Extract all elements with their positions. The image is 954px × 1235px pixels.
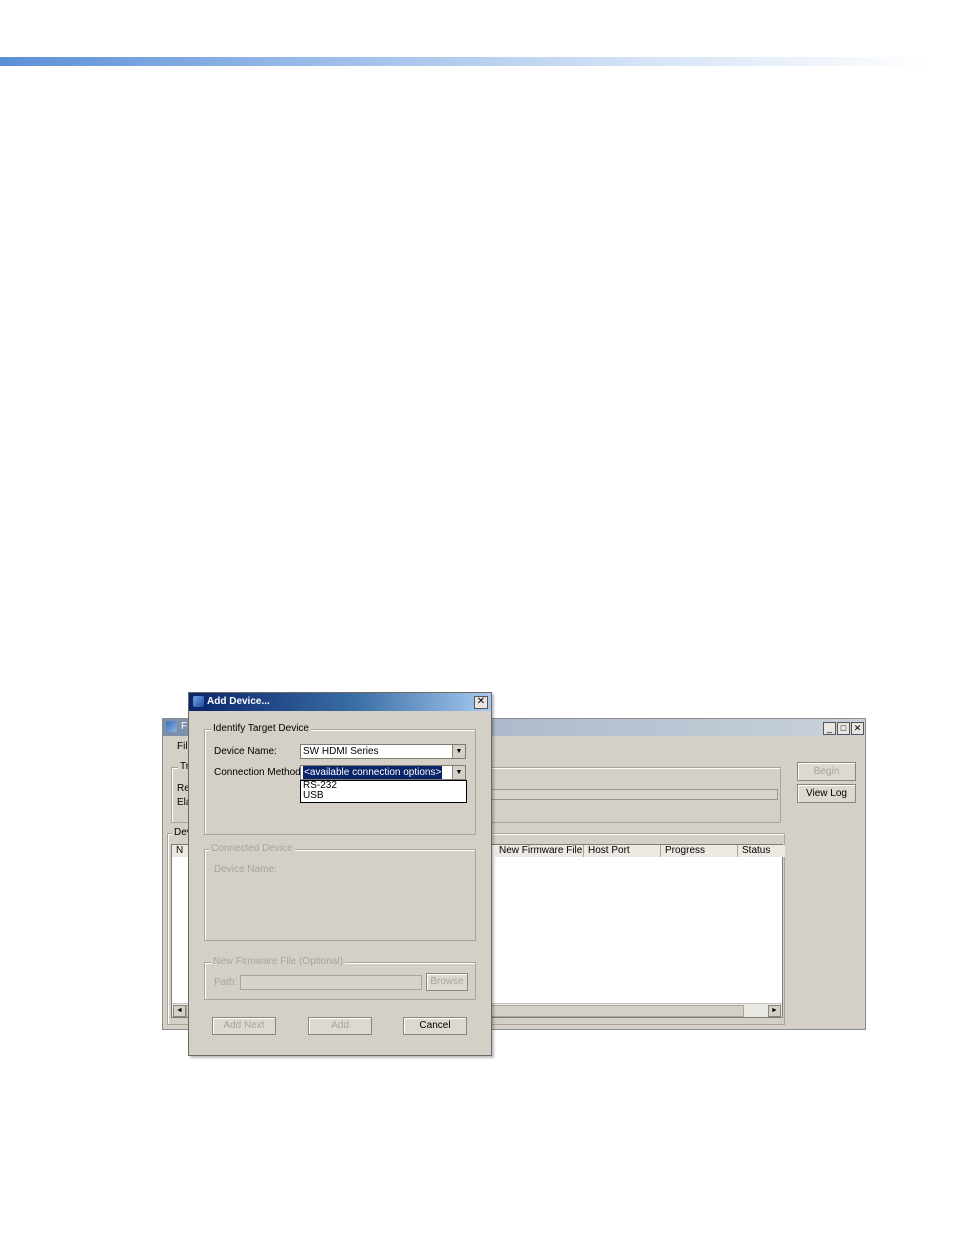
column-header-status[interactable]: Status	[738, 845, 785, 857]
option-usb[interactable]: USB	[301, 791, 466, 801]
add-device-dialog: Add Device... ✕ Identify Target Device D…	[188, 692, 492, 1056]
connection-method-combobox[interactable]: <available connection options> ▼	[300, 765, 466, 780]
progress-bar	[486, 789, 778, 800]
device-name-combobox[interactable]: SW HDMI Series ▼	[300, 744, 466, 759]
connected-device-name-label: Device Name:	[214, 864, 277, 875]
connected-device-group: Connected Device	[204, 843, 476, 941]
dialog-title: Add Device...	[207, 696, 270, 707]
column-header-progress[interactable]: Progress	[661, 845, 738, 857]
device-name-value: SW HDMI Series	[303, 746, 379, 757]
connected-device-group-label: Connected Device	[209, 843, 295, 854]
dialog-titlebar[interactable]: Add Device... ✕	[189, 693, 491, 711]
option-rs232[interactable]: RS-232	[301, 781, 466, 791]
column-header-host-port[interactable]: Host Port	[584, 845, 661, 857]
cancel-button[interactable]: Cancel	[403, 1017, 467, 1035]
new-firmware-group-label: New Firmware File (Optional)	[211, 956, 346, 967]
path-input[interactable]	[240, 975, 422, 990]
scroll-right-arrow-icon[interactable]: ►	[768, 1005, 781, 1017]
close-button[interactable]: ✕	[851, 722, 864, 735]
dialog-app-icon	[193, 696, 204, 707]
chevron-down-icon[interactable]: ▼	[452, 766, 465, 779]
header-accent-bar	[0, 57, 930, 66]
browse-button[interactable]: Browse	[426, 973, 468, 991]
add-button[interactable]: Add	[308, 1017, 372, 1035]
column-header-new-firmware-file[interactable]: New Firmware File	[495, 845, 584, 857]
connection-method-label: Connection Method:	[214, 767, 304, 778]
add-next-button[interactable]: Add Next	[212, 1017, 276, 1035]
minimize-button[interactable]: _	[823, 722, 836, 735]
device-name-label: Device Name:	[214, 746, 277, 757]
scroll-left-arrow-icon[interactable]: ◄	[173, 1005, 186, 1017]
view-log-button[interactable]: View Log	[797, 784, 856, 803]
app-icon	[166, 721, 177, 732]
begin-button[interactable]: Begin	[797, 762, 856, 781]
dialog-close-button[interactable]: ✕	[474, 696, 488, 709]
identify-target-group-label: Identify Target Device	[211, 723, 311, 734]
main-window-title: F	[181, 721, 188, 732]
path-label: Path:	[214, 977, 238, 988]
maximize-button[interactable]: □	[837, 722, 850, 735]
connection-method-dropdown-list[interactable]: RS-232 USB	[300, 780, 467, 803]
chevron-down-icon[interactable]: ▼	[452, 745, 465, 758]
connection-method-value: <available connection options>	[303, 766, 443, 779]
